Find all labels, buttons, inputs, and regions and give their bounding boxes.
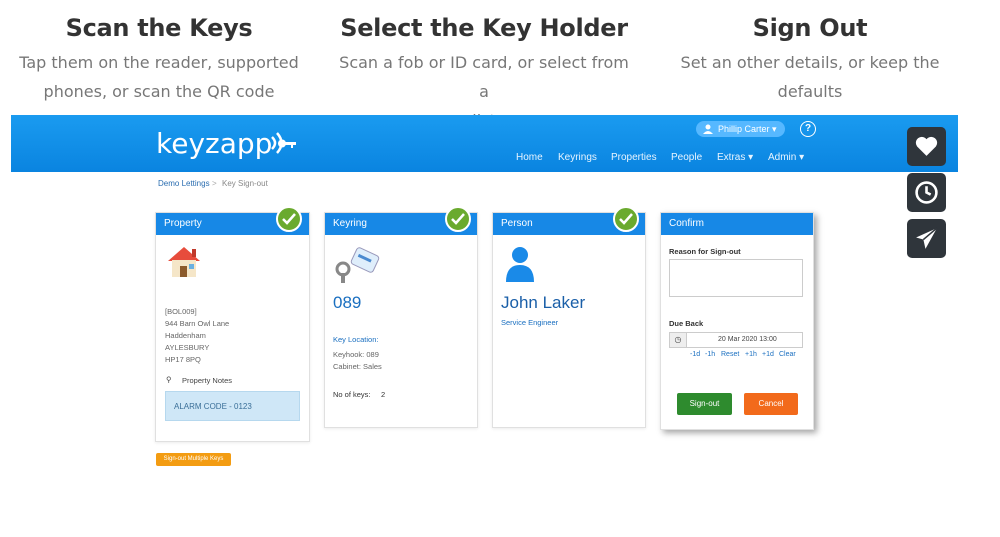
nav-properties[interactable]: Properties <box>611 152 657 163</box>
keyring-number: 089 <box>333 293 362 312</box>
nav-people[interactable]: People <box>671 152 702 163</box>
share-button[interactable] <box>907 219 946 258</box>
step-sign-out: Sign Out Set an other details, or keep t… <box>672 14 948 106</box>
quick-reset[interactable]: Reset <box>721 351 739 358</box>
address-line: HP17 8PQ <box>165 355 201 364</box>
keys-label: No of keys: <box>333 390 371 399</box>
quick-clear[interactable]: Clear <box>779 351 796 358</box>
key-location-label: Key Location: <box>333 335 379 344</box>
quick-plus-1h[interactable]: +1h <box>745 351 757 358</box>
due-back-label: Due Back <box>669 319 704 328</box>
keys-count: 2 <box>381 390 386 399</box>
property-ref: [BOL009] <box>165 307 197 316</box>
nav-extras[interactable]: Extras ▾ <box>717 152 753 163</box>
sign-out-multiple-button[interactable]: Sign-out Multiple Keys <box>156 453 231 466</box>
key-wave-icon <box>271 132 296 154</box>
user-icon <box>703 124 713 134</box>
step-title: Sign Out <box>752 14 868 42</box>
reason-label: Reason for Sign-out <box>669 247 741 256</box>
breadcrumb-current: Key Sign-out <box>222 179 268 188</box>
address-line: AYLESBURY <box>165 343 210 352</box>
history-button[interactable] <box>907 173 946 212</box>
check-icon <box>445 206 471 232</box>
cancel-button[interactable]: Cancel <box>744 393 798 415</box>
panel-header: Confirm <box>661 213 813 235</box>
app-logo[interactable]: keyzapp <box>156 127 272 160</box>
house-icon <box>168 247 200 277</box>
quick-minus-1d[interactable]: -1d <box>690 351 700 358</box>
send-icon <box>916 227 938 249</box>
nav-home[interactable]: Home <box>516 152 543 163</box>
step-scan-keys: Scan the Keys Tap them on the reader, su… <box>14 14 304 106</box>
favorite-button[interactable] <box>907 127 946 166</box>
due-back-field[interactable]: ◷ 20 Mar 2020 13:00 <box>669 332 803 348</box>
keyring-icon <box>335 247 380 283</box>
step-title: Select the Key Holder <box>340 14 628 42</box>
check-icon <box>613 206 639 232</box>
nav-admin[interactable]: Admin ▾ <box>768 152 804 163</box>
property-notes: ALARM CODE - 0123 <box>165 391 300 421</box>
keyhook: Keyhook: 089 <box>333 350 379 359</box>
confirm-panel: Confirm Reason for Sign-out Due Back ◷ 2… <box>660 212 814 430</box>
address-line: Haddenham <box>165 331 206 340</box>
sign-out-button[interactable]: Sign-out <box>677 393 732 415</box>
user-menu[interactable]: Phillip Carter ▾ <box>696 121 785 137</box>
due-back-value: 20 Mar 2020 13:00 <box>718 336 777 343</box>
step-description: Set an other details, or keep the default… <box>680 53 940 101</box>
breadcrumb-parent[interactable]: Demo Lettings <box>158 179 210 188</box>
help-icon[interactable]: ? <box>800 121 816 137</box>
property-notes-label: Property Notes <box>182 376 233 385</box>
breadcrumb-separator: > <box>212 179 217 188</box>
step-title: Scan the Keys <box>65 14 253 42</box>
person-role: Service Engineer <box>501 318 559 327</box>
reason-input[interactable] <box>669 259 803 297</box>
step-description: Tap them on the reader, supported phones,… <box>19 53 299 101</box>
keyring-panel: Keyring 089 Key Location: Keyhook: 089 C… <box>324 206 478 428</box>
person-panel: Person John Laker Service Engineer <box>492 206 646 428</box>
user-name: Phillip Carter <box>718 124 770 134</box>
property-panel: Property [BOL009] 944 Barn Owl Lane Hadd… <box>155 206 310 442</box>
quick-minus-1h[interactable]: -1h <box>705 351 715 358</box>
heart-icon <box>915 136 938 156</box>
nav-keyrings[interactable]: Keyrings <box>558 152 597 163</box>
check-icon <box>276 206 302 232</box>
clock-icon <box>915 181 938 204</box>
person-name: John Laker <box>501 293 586 312</box>
paperclip-icon: ⚲ <box>166 375 172 384</box>
address-line: 944 Barn Owl Lane <box>165 319 230 328</box>
app-header: keyzapp Phillip Carter ▾ ? Home Keyrings… <box>11 115 958 172</box>
person-icon <box>506 247 534 282</box>
cabinet: Cabinet: Sales <box>333 362 382 371</box>
quick-plus-1d[interactable]: +1d <box>762 351 774 358</box>
clock-icon[interactable]: ◷ <box>670 333 687 347</box>
